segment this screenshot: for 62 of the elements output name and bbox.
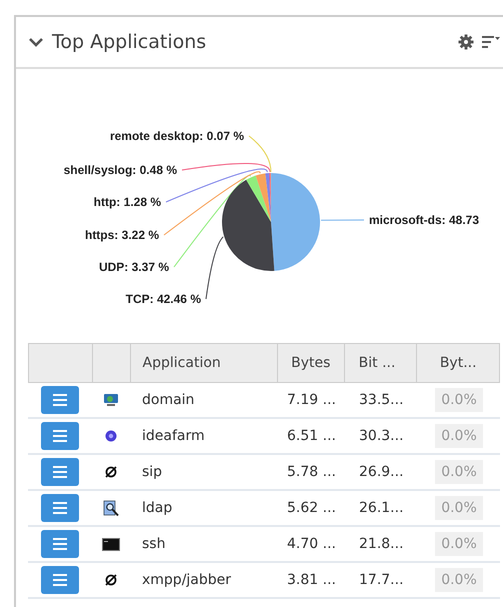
application-cell-text: ldap bbox=[141, 499, 174, 518]
empty-set-icon bbox=[104, 573, 118, 587]
column-header[interactable]: Application bbox=[130, 344, 278, 382]
bytes-cell-text: 3.81 ... bbox=[286, 571, 337, 590]
bytes-cell-text: 6.51 ... bbox=[286, 427, 337, 446]
table-cell-text: 26.9... bbox=[358, 463, 405, 482]
application-cell-text: xmpp/jabber bbox=[141, 571, 232, 590]
empty-set-icon bbox=[104, 465, 118, 479]
column-header[interactable]: Byt... bbox=[417, 344, 499, 382]
terminal-icon bbox=[102, 538, 120, 550]
pie-slice[interactable] bbox=[265, 173, 271, 222]
menu-icon bbox=[53, 502, 67, 514]
application-cell-text: domain bbox=[141, 391, 196, 410]
menu-icon bbox=[53, 394, 67, 406]
pie-slice[interactable] bbox=[246, 175, 271, 222]
menu-button[interactable] bbox=[41, 530, 79, 558]
slice-label: microsoft-ds: 48.73 bbox=[369, 213, 480, 227]
search-icon bbox=[103, 500, 119, 516]
percent-badge: 0.0% bbox=[435, 424, 483, 448]
settings-icon[interactable] bbox=[458, 34, 474, 50]
menu-icon bbox=[53, 430, 67, 442]
table-cell-text: 17.7... bbox=[358, 571, 405, 590]
sort-icon[interactable] bbox=[482, 35, 500, 49]
menu-icon bbox=[53, 466, 67, 478]
percent-badge: 0.0% bbox=[435, 388, 483, 412]
table-cell-text: 26.1... bbox=[358, 499, 405, 518]
app-icon bbox=[105, 430, 117, 442]
slice-label: http: 1.28 % bbox=[94, 195, 161, 209]
menu-button[interactable] bbox=[41, 422, 79, 450]
table-cell-text: 33.5... bbox=[358, 391, 405, 410]
slice-label: UDP: 3.37 % bbox=[98, 260, 169, 274]
menu-button[interactable] bbox=[41, 386, 79, 414]
menu-icon bbox=[53, 538, 67, 550]
network-icon bbox=[103, 393, 119, 407]
slice-label: remote desktop: 0.07 % bbox=[110, 129, 244, 143]
application-cell-text: sip bbox=[141, 463, 164, 482]
menu-icon bbox=[53, 574, 67, 586]
column-header[interactable]: Bit ... bbox=[344, 344, 418, 382]
percent-badge: 0.0% bbox=[435, 568, 483, 592]
column-header[interactable]: Bytes bbox=[278, 344, 345, 382]
pie-slice[interactable] bbox=[222, 180, 274, 271]
bytes-cell-text: 4.70 ... bbox=[286, 535, 337, 554]
application-cell-text: ssh bbox=[141, 535, 166, 554]
menu-button[interactable] bbox=[41, 494, 79, 522]
leader-line bbox=[320, 220, 364, 221]
percent-badge: 0.0% bbox=[435, 460, 483, 484]
percent-badge: 0.0% bbox=[435, 496, 483, 520]
table-cell-text: 21.8... bbox=[358, 535, 405, 554]
panel-title: Top Applications bbox=[52, 31, 206, 53]
bytes-cell-text: 7.19 ... bbox=[286, 391, 337, 410]
bytes-cell-text: 5.78 ... bbox=[286, 463, 337, 482]
pie-slice[interactable] bbox=[256, 173, 271, 222]
chevron-icon[interactable] bbox=[28, 36, 44, 48]
application-cell-text: ideafarm bbox=[141, 427, 206, 446]
table-cell-text: 30.3... bbox=[358, 427, 405, 446]
bytes-cell-text: 5.62 ... bbox=[286, 499, 337, 518]
slice-label: shell/syslog: 0.48 % bbox=[64, 163, 177, 177]
menu-button[interactable] bbox=[41, 566, 79, 594]
slice-label: TCP: 42.46 % bbox=[126, 292, 201, 306]
menu-button[interactable] bbox=[41, 458, 79, 486]
slice-label: https: 3.22 % bbox=[84, 228, 159, 242]
percent-badge: 0.0% bbox=[435, 532, 483, 556]
